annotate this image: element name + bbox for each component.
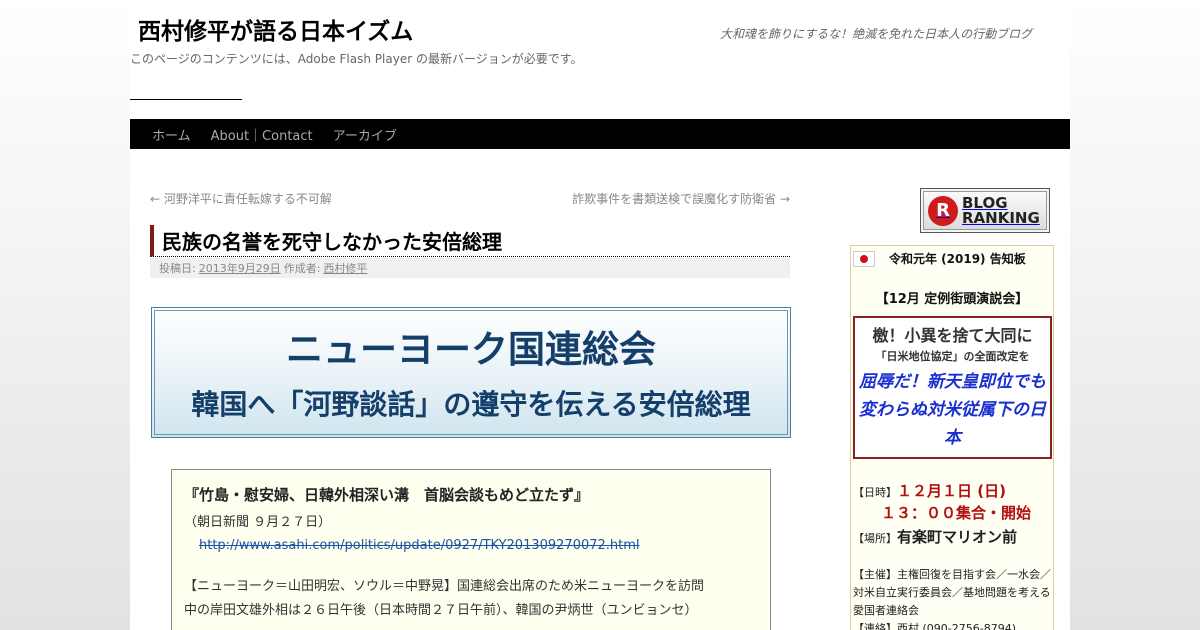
time-value: １３：００集合・開始 xyxy=(881,504,1032,522)
notice-title: 令和元年 (2019) 告知板 xyxy=(889,252,1026,266)
ranking-text: BLOG RANKING xyxy=(962,195,1040,227)
notice-date-row: 【日時】１２月１日 (日) xyxy=(853,480,1006,501)
notice-board: 令和元年 (2019) 告知板 【12月 定例街頭演説会】 檄！小異を捨て大同に… xyxy=(850,245,1054,630)
ranking-line2: RANKING xyxy=(962,208,1040,227)
banner-subheadline: 韓国へ「河野談話」の遵守を伝える安倍総理 xyxy=(191,387,751,421)
alert-line2: 「日米地位協定」の全面改定を xyxy=(875,350,1030,363)
site-description: 大和魂を飾りにするな！絶滅を免れた日本人の行動ブログ xyxy=(720,27,1033,41)
header-divider xyxy=(130,99,242,100)
quote-source-link[interactable]: http://www.asahi.com/politics/update/092… xyxy=(199,538,758,553)
date-label: 【日時】 xyxy=(853,486,897,499)
nav-item-home[interactable]: ホーム xyxy=(152,125,191,144)
notice-contact: 【連絡】西村 (090-2756-8794) xyxy=(853,622,1017,630)
meta-author-link[interactable]: 西村修平 xyxy=(323,260,367,276)
meta-date-link[interactable]: 2013年9月29日 xyxy=(199,260,281,276)
quote-body: 【ニューヨーク＝山田明宏、ソウル＝中野晃】国連総会出席のため米ニューヨークを訪問… xyxy=(184,575,758,623)
next-post-link[interactable]: 詐欺事件を書類送検で誤魔化す防衛省 → xyxy=(572,190,790,207)
date-value: １２月１日 (日) xyxy=(897,482,1006,500)
place-label: 【場所】 xyxy=(853,532,897,545)
prev-post-link[interactable]: ← 河野洋平に責任転嫁する不可解 xyxy=(150,190,332,207)
alert-line3: 屈辱だ！新天皇即位でも変わらぬ対米従属下の日本 xyxy=(859,372,1046,448)
ranking-logo-icon: R xyxy=(928,195,958,226)
japan-flag-icon xyxy=(853,251,875,267)
notice-organizer: 【主催】主権回復を目指す会／一水会／対米自立実行委員会／基地問題を考える愛国者連… xyxy=(853,568,1051,617)
nav-item-archive[interactable]: アーカイブ xyxy=(333,125,397,144)
banner-headline: ニューヨーク国連総会 xyxy=(286,327,656,371)
quote-body-line: 中の岸田文雄外相は２６日午後（日本時間２７日午前）、韓国の尹炳世（ユンビョンセ） xyxy=(184,603,698,618)
banner-frame: ニューヨーク国連総会 韓国へ「河野談話」の遵守を伝える安倍総理 xyxy=(154,310,788,435)
post-banner-image: ニューヨーク国連総会 韓国へ「河野談話」の遵守を伝える安倍総理 xyxy=(151,307,791,438)
notice-header: 令和元年 (2019) 告知板 xyxy=(851,248,1053,270)
ranking-banner-frame: R BLOG RANKING xyxy=(923,191,1047,230)
blog-ranking-banner[interactable]: R BLOG RANKING xyxy=(920,188,1050,233)
quote-source: （朝日新聞 ９月２７日） xyxy=(184,515,332,530)
quote-body-line: 【ニューヨーク＝山田明宏、ソウル＝中野晃】国連総会出席のため米ニューヨークを訪問 xyxy=(184,579,705,594)
notice-time-row: １３：００集合・開始 xyxy=(881,502,1031,523)
site-title[interactable]: 西村修平が語る日本イズム xyxy=(138,12,413,46)
post-meta: 投稿日: 2013年9月29日 作成者: 西村修平 xyxy=(150,258,790,278)
nav-item-about-contact[interactable]: About｜Contact xyxy=(211,125,313,144)
quote-title: 『竹島・慰安婦、日韓外相深い溝 首脳会談もめど立たず』 xyxy=(184,486,590,504)
page-container: 西村修平が語る日本イズム 大和魂を飾りにするな！絶滅を免れた日本人の行動ブログ … xyxy=(130,0,1070,630)
meta-posted-label: 投稿日: xyxy=(159,262,196,275)
notice-place-row: 【場所】有楽町マリオン前 xyxy=(853,526,1017,547)
main-nav: ホーム About｜Contact アーカイブ xyxy=(130,119,1070,149)
meta-author-label: 作成者: xyxy=(283,262,321,275)
flash-player-note: このページのコンテンツには、Adobe Flash Player の最新バージョ… xyxy=(130,52,583,66)
notice-alert-box: 檄！小異を捨て大同に 「日米地位協定」の全面改定を 屈辱だ！新天皇即位でも変わら… xyxy=(853,316,1052,459)
notice-subtitle: 【12月 定例街頭演説会】 xyxy=(875,292,1029,307)
alert-line1: 檄！小異を捨て大同に xyxy=(872,326,1033,345)
place-value: 有楽町マリオン前 xyxy=(897,528,1018,546)
post-title: 民族の名誉を死守しなかった安倍総理 xyxy=(150,225,790,257)
quote-box: 『竹島・慰安婦、日韓外相深い溝 首脳会談もめど立たず』 （朝日新聞 ９月２７日）… xyxy=(171,469,771,630)
